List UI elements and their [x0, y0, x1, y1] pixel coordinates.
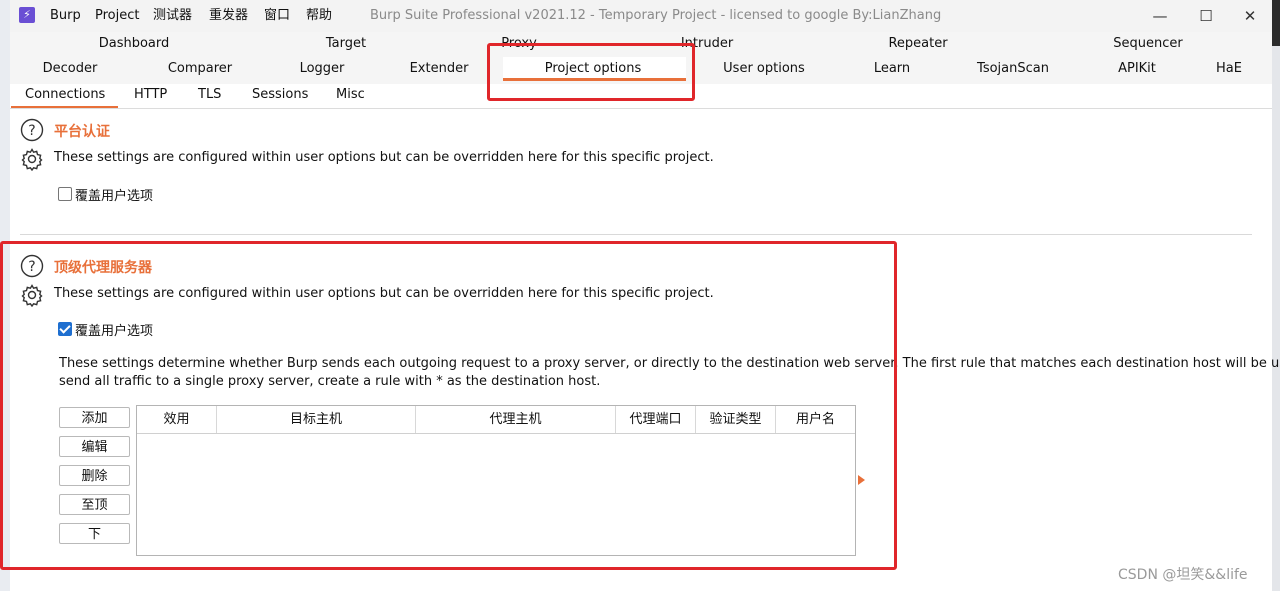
background-window-corner [1272, 0, 1280, 46]
tab-learn[interactable]: Learn [874, 60, 910, 78]
platform-auth-override-checkbox[interactable] [58, 187, 72, 201]
background-window-edge-right [1272, 0, 1280, 591]
tab-target[interactable]: Target [326, 35, 366, 53]
burp-app-icon: ⚡ [19, 7, 35, 23]
subtab-connections[interactable]: Connections [25, 87, 105, 103]
subtab-misc[interactable]: Misc [336, 87, 365, 103]
tab-user-options[interactable]: User options [723, 60, 805, 78]
tab-hae[interactable]: HaE [1216, 60, 1242, 78]
subtab-http[interactable]: HTTP [134, 87, 167, 103]
tab-logger[interactable]: Logger [300, 60, 345, 78]
tab-repeater[interactable]: Repeater [888, 35, 947, 53]
menu-burp[interactable]: Burp [50, 8, 81, 24]
menu-intruder[interactable]: 测试器 [153, 8, 192, 24]
watermark: CSDN @坦笑&&life [1118, 567, 1248, 583]
tab-apikit[interactable]: APIKit [1118, 60, 1156, 78]
gear-icon[interactable] [20, 147, 44, 171]
minimize-button[interactable]: — [1138, 4, 1182, 28]
close-button[interactable]: ✕ [1228, 4, 1272, 28]
menu-project[interactable]: Project [95, 8, 139, 24]
svg-text:?: ? [28, 123, 35, 139]
platform-auth-override-label[interactable]: 覆盖用户选项 [75, 185, 153, 204]
menu-repeater[interactable]: 重发器 [209, 8, 248, 24]
tab-extender[interactable]: Extender [410, 60, 469, 78]
tab-dashboard[interactable]: Dashboard [99, 35, 170, 53]
highlight-box-upstream-proxy [0, 241, 897, 570]
window-title: Burp Suite Professional v2021.12 - Tempo… [370, 8, 942, 23]
title-bar: ⚡ Burp Project 测试器 重发器 窗口 帮助 Burp Suite … [10, 0, 1272, 32]
section-divider [20, 234, 1252, 235]
highlight-box-project-options [487, 43, 695, 101]
tab-decoder[interactable]: Decoder [43, 60, 98, 78]
help-icon[interactable]: ? [20, 118, 44, 142]
active-subtab-indicator [11, 106, 118, 108]
tab-sequencer[interactable]: Sequencer [1113, 35, 1182, 53]
platform-auth-description: These settings are configured within use… [54, 150, 714, 165]
subtab-sessions[interactable]: Sessions [252, 87, 308, 103]
tab-comparer[interactable]: Comparer [168, 60, 232, 78]
maximize-button[interactable]: ☐ [1184, 4, 1228, 28]
subtab-tls[interactable]: TLS [198, 87, 221, 103]
menu-help[interactable]: 帮助 [306, 8, 332, 24]
section-title-platform-auth: 平台认证 [54, 124, 110, 140]
menu-window[interactable]: 窗口 [264, 8, 290, 24]
tab-tsojanscan[interactable]: TsojanScan [977, 60, 1049, 78]
